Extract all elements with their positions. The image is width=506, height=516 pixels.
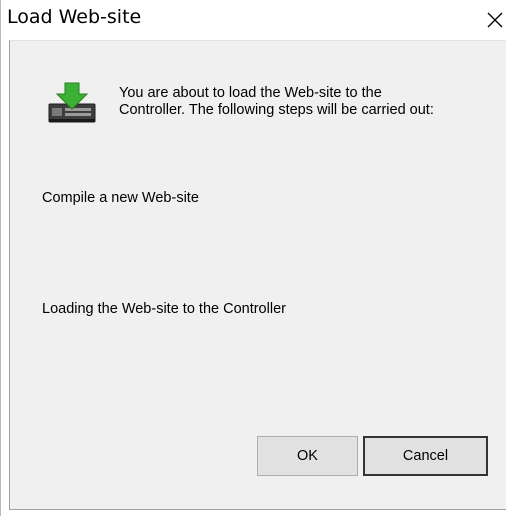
load-website-dialog: Load Web-site You are about to load the … — [0, 0, 506, 516]
close-icon — [487, 12, 503, 28]
message-text: You are about to load the Web-site to th… — [119, 85, 434, 119]
step-load-website: Loading the Web-site to the Controller — [42, 301, 286, 317]
close-button[interactable] — [467, 0, 506, 40]
cancel-button[interactable]: Cancel — [363, 436, 488, 476]
title-bar[interactable]: Load Web-site — [1, 0, 506, 40]
message-line-1: You are about to load the Web-site to th… — [119, 85, 382, 101]
step-compile-website: Compile a new Web-site — [42, 190, 199, 206]
ok-button[interactable]: OK — [257, 436, 358, 476]
window-title: Load Web-site — [7, 6, 142, 28]
download-arrow-controller-icon — [48, 82, 96, 123]
cancel-button-label: Cancel — [402, 448, 449, 464]
dialog-body-border — [9, 509, 506, 510]
message-line-2: Controller. The following steps will be … — [119, 102, 434, 118]
